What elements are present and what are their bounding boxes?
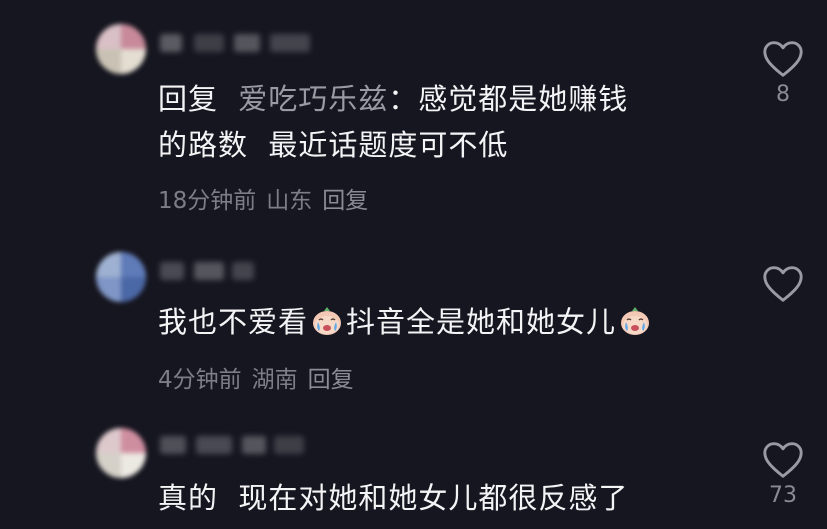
comment-time: 18分钟前 <box>158 188 257 214</box>
reply-separator: ： <box>388 82 419 116</box>
avatar[interactable] <box>96 24 146 74</box>
heart-outline-icon <box>763 266 803 302</box>
heart-outline-icon <box>763 442 803 478</box>
username-blurred[interactable] <box>160 34 330 54</box>
comment-location: 湖南 <box>251 367 298 393</box>
crying-face-emoji <box>313 307 342 335</box>
comment-text-part: 我也不爱看 <box>158 305 309 339</box>
like-button[interactable]: 73 <box>758 439 808 508</box>
comment-text: 真的 现在对她和她女儿都很反感了 <box>158 478 628 518</box>
comment-text: 回复 爱吃巧乐兹：感觉都是她赚钱 <box>158 79 628 119</box>
reply-target-user[interactable]: 爱吃巧乐兹 <box>238 82 388 116</box>
like-button[interactable]: 8 <box>758 38 808 107</box>
reply-button[interactable]: 回复 <box>322 188 368 214</box>
comment-meta: 18分钟前 山东 回复 <box>158 181 378 215</box>
comment-meta: 4分钟前 湖南 回复 <box>158 360 364 394</box>
username-blurred[interactable] <box>160 436 310 456</box>
comment-text: 的路数 最近话题度可不低 <box>158 125 508 165</box>
comment-text-part: 抖音全是她和她女儿 <box>346 305 617 339</box>
crying-face-emoji <box>621 307 650 335</box>
avatar[interactable] <box>96 252 146 302</box>
username-blurred[interactable] <box>160 262 260 282</box>
reply-button[interactable]: 回复 <box>308 367 354 393</box>
comment-time: 4分钟前 <box>158 367 242 393</box>
comment-text-line: 感觉都是她赚钱 <box>418 82 629 116</box>
avatar[interactable] <box>96 428 146 478</box>
comment-text: 我也不爱看 抖音全是她和她女儿 <box>158 302 654 342</box>
like-button[interactable] <box>758 263 808 307</box>
comment-text-line: 真的 现在对她和她女儿都很反感了 <box>158 481 629 515</box>
reply-prefix: 回复 <box>158 82 219 116</box>
comment-location: 山东 <box>266 188 313 214</box>
like-count: 8 <box>776 82 790 107</box>
like-count: 73 <box>769 483 797 508</box>
comment-list: 回复 爱吃巧乐兹：感觉都是她赚钱 的路数 最近话题度可不低 18分钟前 山东 回复 … <box>0 0 827 529</box>
comment-text-line: 的路数 最近话题度可不低 <box>158 128 509 162</box>
heart-outline-icon <box>763 41 803 77</box>
